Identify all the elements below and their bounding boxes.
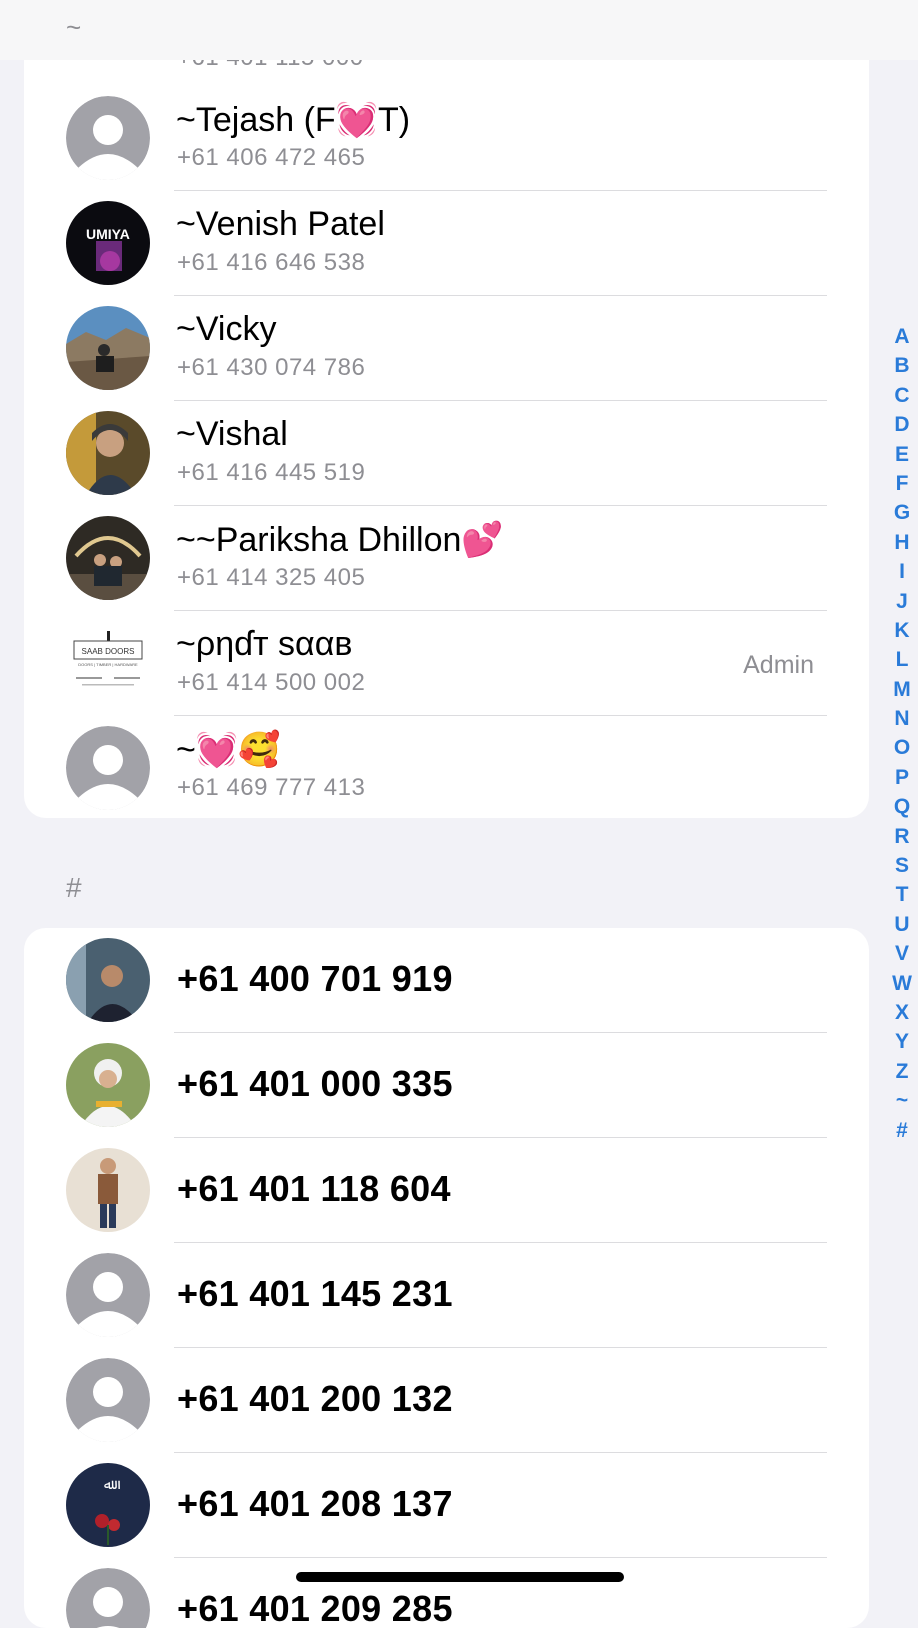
- saab-logo-title: SAAB DOORS: [82, 647, 135, 656]
- placeholder-avatar: [66, 1358, 150, 1442]
- section-header-hash: #: [66, 872, 82, 903]
- contacts-section-hash: +61 400 701 919 +61 401 000 335 +61 401 …: [24, 928, 869, 1628]
- section-header-label: ~: [66, 12, 82, 42]
- section-header-tilde: ~: [0, 0, 918, 60]
- contact-phone: +61 401 200 132: [177, 1378, 453, 1419]
- contact-row[interactable]: ~💓🥰 +61 469 777 413: [24, 716, 869, 818]
- contact-name: ~Vicky: [176, 310, 277, 348]
- contact-phone: +61 401 145 231: [177, 1273, 453, 1314]
- index-letter[interactable]: T: [888, 880, 916, 909]
- contact-phone: +61 401 209 285: [177, 1588, 453, 1628]
- photo-avatar: [66, 411, 150, 495]
- contact-row[interactable]: +61 401 209 285: [24, 1558, 869, 1628]
- logo-avatar: SAAB DOORS DOORS | TIMBER | HARDWARE: [66, 621, 150, 705]
- index-letter[interactable]: F: [888, 469, 916, 498]
- index-letter[interactable]: H: [888, 528, 916, 557]
- index-letter[interactable]: R: [888, 822, 916, 851]
- photo-avatar: [66, 1148, 150, 1232]
- contact-phone: +61 414 325 405: [177, 564, 366, 591]
- alphabet-index[interactable]: A B C D E F G H I J K L M N O P Q R S T …: [888, 322, 916, 1145]
- contact-phone: +61 416 646 538: [177, 249, 366, 276]
- contact-row[interactable]: ﷲ +61 401 208 137: [24, 1453, 869, 1558]
- photo-avatar: [66, 1043, 150, 1127]
- contact-phone: +61 469 777 413: [177, 774, 366, 801]
- contact-name: ~Tejash (F💓T): [176, 101, 411, 139]
- index-letter[interactable]: V: [888, 939, 916, 968]
- index-letter[interactable]: L: [888, 645, 916, 674]
- photo-avatar: [66, 516, 150, 600]
- contact-row[interactable]: +61 401 200 132: [24, 1348, 869, 1453]
- contact-phone: +61 416 445 519: [177, 459, 366, 486]
- saab-logo-subtitle: DOORS | TIMBER | HARDWARE: [78, 662, 138, 667]
- contact-row[interactable]: ~Vishal +61 416 445 519: [24, 401, 869, 506]
- photo-avatar: [66, 306, 150, 390]
- index-letter[interactable]: #: [888, 1116, 916, 1145]
- placeholder-avatar: [66, 1568, 150, 1628]
- contact-phone: +61 430 074 786: [177, 354, 366, 381]
- index-letter[interactable]: Q: [888, 792, 916, 821]
- index-letter[interactable]: B: [888, 351, 916, 380]
- index-letter[interactable]: J: [888, 587, 916, 616]
- contact-phone: +61 406 472 465: [177, 144, 366, 171]
- photo-avatar: UMIYA: [66, 201, 150, 285]
- index-letter[interactable]: O: [888, 733, 916, 762]
- contact-row[interactable]: ~Vicky +61 430 074 786: [24, 296, 869, 401]
- index-letter[interactable]: A: [888, 322, 916, 351]
- contact-row[interactable]: ~~Pariksha Dhillon💕 +61 414 325 405: [24, 506, 869, 611]
- admin-badge: Admin: [743, 651, 814, 679]
- contact-row[interactable]: ~Tejash (F💓T) +61 406 472 465: [24, 86, 869, 191]
- contact-name: ~~Pariksha Dhillon💕: [176, 521, 504, 559]
- index-letter[interactable]: K: [888, 616, 916, 645]
- contact-row[interactable]: +61 401 145 231: [24, 1243, 869, 1348]
- index-letter[interactable]: X: [888, 998, 916, 1027]
- contact-name: ~ρηɗт ѕααв: [176, 625, 353, 663]
- index-letter[interactable]: W: [888, 969, 916, 998]
- contact-row[interactable]: +61 400 701 919: [24, 928, 869, 1033]
- contact-row[interactable]: +61 401 118 604: [24, 1138, 869, 1243]
- index-letter[interactable]: D: [888, 410, 916, 439]
- contact-phone: +61 401 000 335: [177, 1063, 453, 1104]
- index-letter[interactable]: M: [888, 675, 916, 704]
- placeholder-avatar: [66, 96, 150, 180]
- contact-phone: +61 401 118 604: [177, 1168, 451, 1209]
- photo-avatar: [66, 938, 150, 1022]
- contact-row[interactable]: UMIYA ~Venish Patel +61 416 646 538: [24, 191, 869, 296]
- contact-phone: +61 414 500 002: [177, 669, 366, 696]
- contact-row[interactable]: +61 401 000 335: [24, 1033, 869, 1138]
- index-letter[interactable]: Z: [888, 1057, 916, 1086]
- contact-name: ~Venish Patel: [176, 205, 385, 243]
- home-indicator[interactable]: [296, 1572, 624, 1582]
- contact-phone: +61 400 701 919: [177, 958, 453, 999]
- index-letter[interactable]: S: [888, 851, 916, 880]
- index-letter[interactable]: U: [888, 910, 916, 939]
- placeholder-avatar: [66, 1253, 150, 1337]
- svg-text:UMIYA: UMIYA: [86, 226, 130, 242]
- contact-phone: +61 401 208 137: [177, 1483, 453, 1524]
- contact-name: ~Vishal: [176, 415, 288, 453]
- contacts-section-tilde: ~Tejash (F💓T) +61 406 472 465 UMIYA ~Ven…: [24, 0, 869, 818]
- index-letter[interactable]: E: [888, 440, 916, 469]
- index-letter[interactable]: Y: [888, 1027, 916, 1056]
- index-letter[interactable]: ~: [888, 1086, 916, 1115]
- index-letter[interactable]: I: [888, 557, 916, 586]
- contact-name: ~💓🥰: [176, 731, 281, 769]
- contact-row[interactable]: SAAB DOORS DOORS | TIMBER | HARDWARE ~ρη…: [24, 611, 869, 716]
- index-letter[interactable]: N: [888, 704, 916, 733]
- photo-avatar: ﷲ: [66, 1463, 150, 1547]
- placeholder-avatar: [66, 726, 150, 810]
- index-letter[interactable]: C: [888, 381, 916, 410]
- index-letter[interactable]: G: [888, 498, 916, 527]
- index-letter[interactable]: P: [888, 763, 916, 792]
